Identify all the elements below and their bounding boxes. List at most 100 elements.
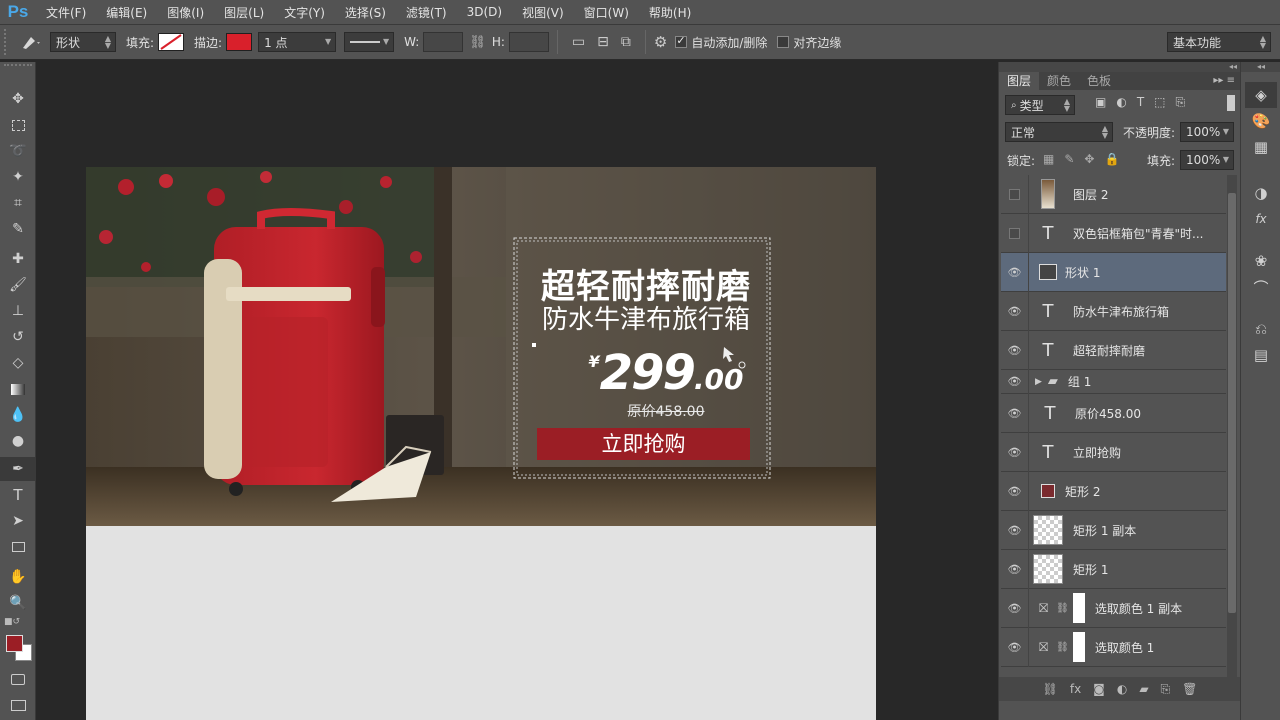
- clone-stamp-icon[interactable]: ⊥: [0, 299, 36, 323]
- chevron-right-icon[interactable]: ▶: [1035, 377, 1042, 387]
- zoom-icon[interactable]: 🔍: [0, 591, 36, 615]
- options-grip[interactable]: [4, 29, 14, 55]
- layer-row[interactable]: 👁 ⛝ ⛓ 选取颜色 1 副本: [1001, 588, 1226, 628]
- eye-icon[interactable]: 👁: [1001, 330, 1029, 370]
- filter-type-icon[interactable]: T: [1137, 95, 1144, 110]
- styles-panel-icon[interactable]: fx: [1245, 206, 1277, 232]
- height-input[interactable]: [508, 32, 549, 52]
- brush-icon[interactable]: 🖌: [0, 273, 36, 297]
- layer-filter-select[interactable]: ⌕ 类型 ▲ ▼: [1005, 95, 1075, 115]
- path-select-icon[interactable]: ➤: [0, 509, 36, 533]
- fill-input[interactable]: 100% ▼: [1180, 150, 1234, 170]
- trash-icon[interactable]: 🗑: [1182, 682, 1197, 696]
- width-input[interactable]: [423, 32, 464, 52]
- eye-icon[interactable]: 👁: [1001, 627, 1029, 667]
- tab-layers[interactable]: 图层: [999, 72, 1040, 90]
- eraser-icon[interactable]: ◇: [0, 351, 36, 375]
- path-operations-icon[interactable]: ▭: [572, 34, 585, 50]
- strip-collapse-grip[interactable]: ◂◂: [1241, 62, 1280, 72]
- menu-type[interactable]: 文字(Y): [274, 4, 335, 21]
- fx-icon[interactable]: fx: [1070, 682, 1081, 696]
- layers-scrollbar[interactable]: [1227, 175, 1237, 677]
- quick-mask-icon[interactable]: [0, 667, 36, 691]
- layer-row[interactable]: 图层 2: [1001, 175, 1226, 214]
- magic-wand-icon[interactable]: ✦: [0, 165, 36, 189]
- canvas-empty-area[interactable]: [86, 526, 876, 720]
- path-alignment-icon[interactable]: ⊟: [597, 34, 609, 50]
- menu-layer[interactable]: 图层(L): [214, 4, 274, 21]
- menu-file[interactable]: 文件(F): [36, 4, 96, 21]
- menu-window[interactable]: 窗口(W): [574, 4, 639, 21]
- shape-icon[interactable]: [0, 535, 36, 559]
- scrollbar-thumb[interactable]: [1228, 193, 1236, 613]
- tab-swatches[interactable]: 色板: [1079, 72, 1119, 90]
- layer-row[interactable]: 👁 矩形 2: [1001, 471, 1226, 511]
- actions-panel-icon[interactable]: ▤: [1245, 342, 1277, 368]
- lock-transparent-icon[interactable]: ▦: [1043, 152, 1054, 166]
- menu-select[interactable]: 选择(S): [335, 4, 396, 21]
- layer-row[interactable]: T 双色铝框箱包"青春"时...: [1001, 213, 1226, 253]
- lock-position-icon[interactable]: ✥: [1084, 152, 1094, 166]
- foreground-color-swatch[interactable]: [6, 635, 23, 652]
- menu-view[interactable]: 视图(V): [512, 4, 574, 21]
- eye-icon[interactable]: 👁: [1001, 549, 1029, 589]
- menu-image[interactable]: 图像(I): [157, 4, 214, 21]
- tab-color[interactable]: 颜色: [1039, 72, 1079, 90]
- link-icon[interactable]: ⛓: [469, 35, 486, 50]
- stroke-swatch[interactable]: [226, 33, 253, 51]
- pen-icon[interactable]: ✒: [0, 457, 36, 481]
- new-layer-icon[interactable]: ⎘: [1161, 682, 1171, 697]
- link-layers-icon[interactable]: ⛓: [1043, 682, 1058, 696]
- hand-icon[interactable]: ✋: [0, 565, 36, 589]
- stroke-type-select[interactable]: ▼: [344, 32, 395, 52]
- eye-icon[interactable]: 👁: [1001, 291, 1029, 331]
- gear-icon[interactable]: ⚙: [654, 33, 667, 51]
- layer-row[interactable]: 👁 矩形 1 副本: [1001, 510, 1226, 550]
- history-panel-icon[interactable]: ⎌: [1245, 316, 1277, 342]
- layer-row[interactable]: 👁 矩形 1: [1001, 549, 1226, 589]
- lock-pixels-icon[interactable]: ✎: [1064, 152, 1074, 166]
- opacity-input[interactable]: 100% ▼: [1180, 122, 1234, 142]
- stroke-width-select[interactable]: 1 点 ▼: [258, 32, 337, 52]
- history-brush-icon[interactable]: ↺: [0, 325, 36, 349]
- eye-icon[interactable]: 👁: [1001, 393, 1029, 433]
- new-adjustment-icon[interactable]: ◐: [1117, 682, 1127, 696]
- workspace-select[interactable]: 基本功能 ▲ ▼: [1167, 32, 1271, 52]
- crop-icon[interactable]: ⌗: [0, 191, 36, 215]
- swatches-panel-icon[interactable]: ▦: [1245, 134, 1277, 160]
- eye-icon[interactable]: 👁: [1001, 369, 1029, 394]
- lock-all-icon[interactable]: 🔒: [1104, 152, 1119, 166]
- menu-3d[interactable]: 3D(D): [457, 5, 512, 19]
- path-arrangement-icon[interactable]: ⧉: [621, 34, 631, 50]
- screen-mode-icon[interactable]: [0, 693, 36, 717]
- move-icon[interactable]: ✥: [0, 87, 36, 111]
- visibility-toggle[interactable]: [1001, 175, 1029, 214]
- visibility-toggle[interactable]: [1001, 213, 1029, 253]
- default-colors-icon[interactable]: ■↺: [4, 617, 20, 627]
- add-mask-icon[interactable]: ◙: [1093, 682, 1105, 696]
- fill-swatch[interactable]: [158, 33, 185, 51]
- eye-icon[interactable]: 👁: [1001, 588, 1029, 628]
- paths-panel-icon[interactable]: ⌒: [1245, 274, 1277, 300]
- layer-row[interactable]: 👁 T 原价458.00: [1001, 393, 1226, 433]
- align-edges-checkbox[interactable]: [777, 36, 790, 48]
- new-group-icon[interactable]: ▰: [1139, 682, 1148, 696]
- tool-mode-select[interactable]: 形状 ▲ ▼: [50, 32, 116, 52]
- adjustments-panel-icon[interactable]: ◑: [1245, 180, 1277, 206]
- channels-panel-icon[interactable]: ❀: [1245, 248, 1277, 274]
- layers-panel-icon[interactable]: ◈: [1245, 82, 1277, 108]
- healing-icon[interactable]: ✚: [0, 247, 36, 271]
- filter-adjustment-icon[interactable]: ◐: [1116, 95, 1126, 110]
- layer-row[interactable]: 👁 ⛝ ⛓ 选取颜色 1: [1001, 627, 1226, 667]
- eye-icon[interactable]: 👁: [1001, 471, 1029, 511]
- type-icon[interactable]: T: [0, 483, 36, 507]
- filter-smart-object-icon[interactable]: ⎘: [1176, 95, 1186, 110]
- pen-tool-preset-icon[interactable]: [14, 33, 48, 51]
- eyedropper-icon[interactable]: ✎: [0, 217, 36, 241]
- filter-shape-icon[interactable]: ⬚: [1154, 95, 1165, 110]
- toolbar-grip[interactable]: [4, 64, 32, 70]
- marquee-icon[interactable]: [0, 113, 36, 137]
- lasso-icon[interactable]: ➰: [0, 139, 36, 163]
- filter-pixel-icon[interactable]: ▣: [1095, 95, 1106, 110]
- eye-icon[interactable]: 👁: [1001, 510, 1029, 550]
